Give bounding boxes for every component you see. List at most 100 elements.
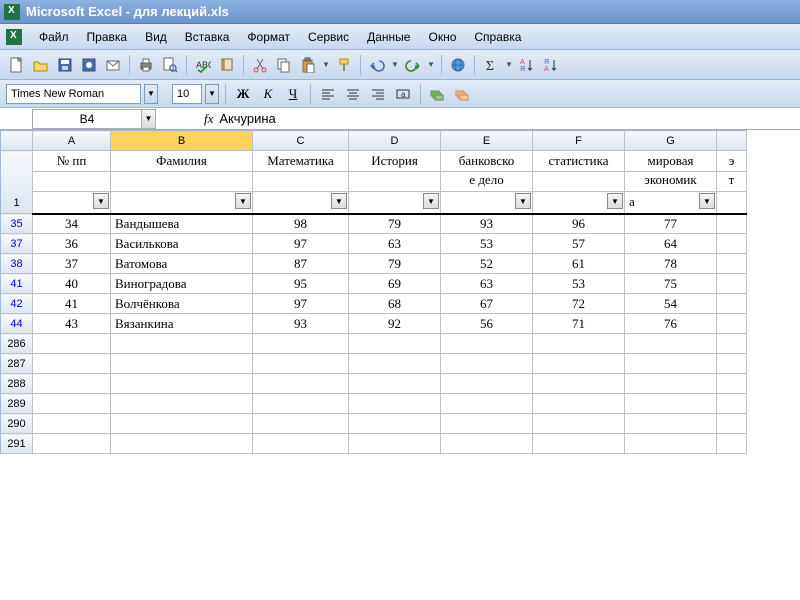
sort-desc-button[interactable]: ЯА bbox=[540, 54, 562, 76]
cell[interactable] bbox=[717, 354, 747, 374]
cell[interactable]: 95 bbox=[253, 274, 349, 294]
undo-button[interactable] bbox=[366, 54, 388, 76]
cell[interactable] bbox=[717, 314, 747, 334]
cell[interactable]: 78 bbox=[625, 254, 717, 274]
cell[interactable]: 63 bbox=[441, 274, 533, 294]
table-row[interactable]: 4140Виноградова9569635375 bbox=[1, 274, 747, 294]
cell[interactable] bbox=[533, 394, 625, 414]
table-row[interactable]: 3837Ватомова8779526178 bbox=[1, 254, 747, 274]
cell[interactable] bbox=[349, 414, 441, 434]
table-row[interactable]: 3736Василькова9763535764 bbox=[1, 234, 747, 254]
col-header-next[interactable] bbox=[717, 131, 747, 151]
filter-button[interactable]: ▼ bbox=[331, 193, 347, 209]
print-preview-button[interactable] bbox=[159, 54, 181, 76]
align-right-button[interactable] bbox=[367, 83, 389, 105]
row-header[interactable]: 290 bbox=[1, 414, 33, 434]
cell[interactable] bbox=[625, 434, 717, 454]
cell[interactable] bbox=[33, 434, 111, 454]
copy-button[interactable] bbox=[273, 54, 295, 76]
cell[interactable]: 71 bbox=[533, 314, 625, 334]
cell[interactable]: 96 bbox=[533, 214, 625, 234]
table-row[interactable]: 4443Вязанкина9392567176 bbox=[1, 314, 747, 334]
cell[interactable] bbox=[625, 374, 717, 394]
cell[interactable] bbox=[253, 394, 349, 414]
cell[interactable] bbox=[111, 354, 253, 374]
col-header-C[interactable]: C bbox=[253, 131, 349, 151]
cell[interactable]: 97 bbox=[253, 294, 349, 314]
row-header[interactable]: 38 bbox=[1, 254, 33, 274]
cell[interactable]: 34 bbox=[33, 214, 111, 234]
header-cell[interactable]: № пп bbox=[33, 151, 111, 172]
cell[interactable]: 93 bbox=[441, 214, 533, 234]
col-header-D[interactable]: D bbox=[349, 131, 441, 151]
row-header[interactable]: 289 bbox=[1, 394, 33, 414]
cell[interactable]: 57 bbox=[533, 234, 625, 254]
cell[interactable]: 98 bbox=[253, 214, 349, 234]
merge-center-button[interactable]: a bbox=[392, 83, 414, 105]
table-row[interactable]: 3534Вандышева9879939677 bbox=[1, 214, 747, 234]
redo-button[interactable] bbox=[402, 54, 424, 76]
row-header-1[interactable]: 1 bbox=[1, 151, 33, 214]
cell[interactable] bbox=[349, 334, 441, 354]
menu-insert[interactable]: Вставка bbox=[176, 26, 239, 48]
cell[interactable] bbox=[625, 354, 717, 374]
currency-button[interactable] bbox=[427, 83, 449, 105]
cell[interactable] bbox=[349, 354, 441, 374]
cell[interactable]: 53 bbox=[533, 274, 625, 294]
cell[interactable] bbox=[717, 414, 747, 434]
cell[interactable] bbox=[441, 434, 533, 454]
paste-button[interactable] bbox=[297, 54, 319, 76]
menu-format[interactable]: Формат bbox=[238, 26, 299, 48]
menu-window[interactable]: Окно bbox=[419, 26, 465, 48]
autosum-dropdown[interactable]: ▼ bbox=[504, 60, 514, 69]
app-menu-icon[interactable] bbox=[6, 29, 22, 45]
cell[interactable] bbox=[533, 434, 625, 454]
cell[interactable] bbox=[441, 334, 533, 354]
font-size-dropdown[interactable]: ▼ bbox=[205, 84, 219, 104]
filter-button[interactable]: ▼ bbox=[423, 193, 439, 209]
cell[interactable] bbox=[533, 374, 625, 394]
cell[interactable] bbox=[111, 374, 253, 394]
format-painter-button[interactable] bbox=[333, 54, 355, 76]
row-header[interactable]: 41 bbox=[1, 274, 33, 294]
cell[interactable] bbox=[441, 354, 533, 374]
table-row[interactable]: 286 bbox=[1, 334, 747, 354]
row-header[interactable]: 35 bbox=[1, 214, 33, 234]
cell[interactable] bbox=[111, 434, 253, 454]
row-header[interactable]: 44 bbox=[1, 314, 33, 334]
cell[interactable]: 93 bbox=[253, 314, 349, 334]
cell[interactable] bbox=[533, 414, 625, 434]
cell[interactable] bbox=[625, 414, 717, 434]
cell[interactable] bbox=[253, 354, 349, 374]
cell[interactable]: 87 bbox=[253, 254, 349, 274]
email-button[interactable] bbox=[102, 54, 124, 76]
header-cell[interactable]: э bbox=[717, 151, 747, 172]
new-button[interactable] bbox=[6, 54, 28, 76]
cell[interactable] bbox=[349, 394, 441, 414]
cell[interactable]: 77 bbox=[625, 214, 717, 234]
font-name-dropdown[interactable]: ▼ bbox=[144, 84, 158, 104]
cell[interactable] bbox=[253, 414, 349, 434]
menu-edit[interactable]: Правка bbox=[78, 26, 137, 48]
filter-button[interactable]: ▼ bbox=[93, 193, 109, 209]
spreadsheet-grid[interactable]: A B C D E F G 1 № пп Фамилия Математика … bbox=[0, 130, 800, 454]
header-cell[interactable]: мировая bbox=[625, 151, 717, 172]
cell[interactable] bbox=[625, 394, 717, 414]
col-header-G[interactable]: G bbox=[625, 131, 717, 151]
col-header-E[interactable]: E bbox=[441, 131, 533, 151]
select-all-corner[interactable] bbox=[1, 131, 33, 151]
research-button[interactable] bbox=[216, 54, 238, 76]
paste-dropdown[interactable]: ▼ bbox=[321, 60, 331, 69]
row-header[interactable]: 291 bbox=[1, 434, 33, 454]
table-row[interactable]: 290 bbox=[1, 414, 747, 434]
table-row[interactable]: 291 bbox=[1, 434, 747, 454]
cell[interactable]: 61 bbox=[533, 254, 625, 274]
cell[interactable]: Виноградова bbox=[111, 274, 253, 294]
cell[interactable] bbox=[111, 394, 253, 414]
cell[interactable]: 52 bbox=[441, 254, 533, 274]
cell[interactable] bbox=[533, 334, 625, 354]
font-name-box[interactable]: Times New Roman bbox=[6, 84, 141, 104]
bold-button[interactable]: Ж bbox=[232, 83, 254, 105]
filter-button[interactable]: ▼ bbox=[515, 193, 531, 209]
cell[interactable] bbox=[441, 414, 533, 434]
